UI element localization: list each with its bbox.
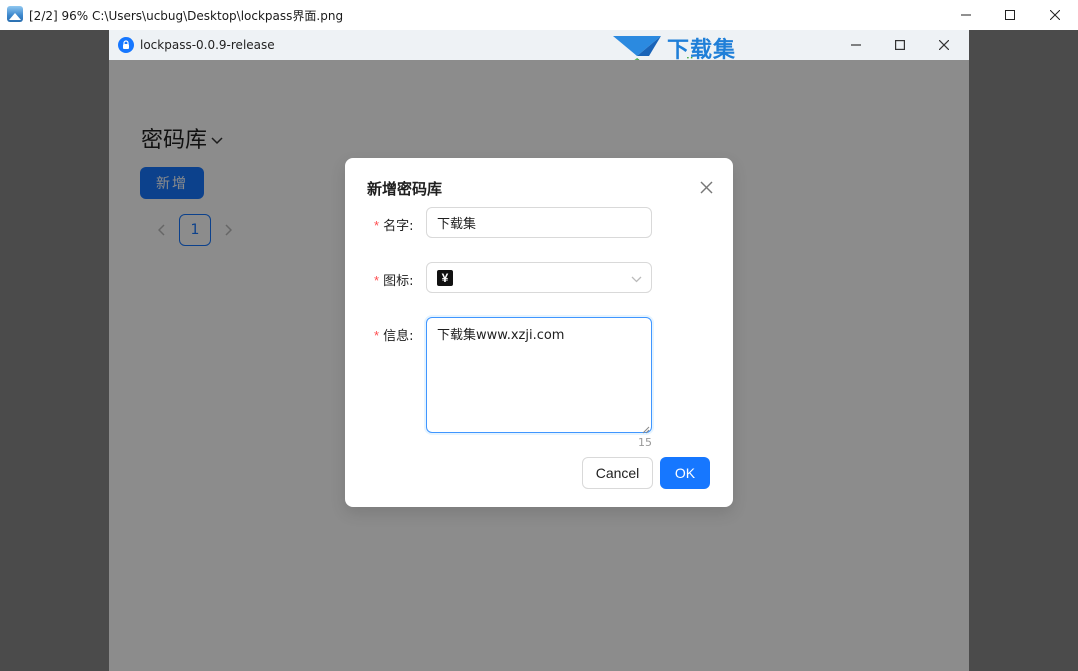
ok-button[interactable]: OK	[660, 457, 710, 489]
required-mark: *	[374, 273, 380, 288]
image-viewer-icon	[7, 6, 23, 22]
cancel-button[interactable]: Cancel	[582, 457, 653, 489]
app-maximize-button[interactable]	[877, 30, 923, 60]
yen-icon: ¥	[437, 269, 453, 286]
maximize-icon	[1005, 10, 1015, 20]
app-titlebar: lockpass-0.0.9-release 下载集 xzji.com	[109, 30, 969, 74]
close-icon	[1050, 10, 1060, 20]
viewer-maximize-button[interactable]	[987, 0, 1033, 30]
minimize-icon	[961, 14, 971, 16]
info-textarea[interactable]: 下载集www.xzji.com	[426, 317, 652, 434]
app-title: lockpass-0.0.9-release	[140, 38, 275, 52]
modal-close-button[interactable]	[695, 176, 717, 198]
minimize-icon	[851, 44, 861, 46]
icon-label: * 图标:	[374, 273, 414, 289]
viewer-titlebar: [2/2] 96% C:\Users\ucbug\Desktop\lockpas…	[0, 0, 1078, 30]
viewer-title: [2/2] 96% C:\Users\ucbug\Desktop\lockpas…	[29, 9, 344, 23]
app-minimize-button[interactable]	[833, 30, 879, 60]
name-input[interactable]: 下载集	[426, 207, 652, 238]
chevron-down-icon	[631, 272, 642, 287]
required-mark: *	[374, 328, 380, 343]
required-mark: *	[374, 218, 380, 233]
app-close-button[interactable]	[921, 30, 967, 60]
info-label: * 信息:	[374, 328, 414, 344]
name-label: * 名字:	[374, 218, 414, 234]
viewer-close-button[interactable]	[1032, 0, 1078, 30]
modal-title: 新增密码库	[367, 180, 443, 198]
char-count: 15	[638, 436, 652, 449]
close-icon	[939, 40, 949, 50]
new-vault-modal: 新增密码库 * 名字: 下载集 * 图标: ¥ * 信息: 下载集www.xzji.c…	[345, 158, 733, 507]
resize-grip-icon[interactable]	[642, 423, 650, 434]
viewer-minimize-button[interactable]	[943, 0, 989, 30]
maximize-icon	[895, 40, 905, 50]
lock-icon	[118, 37, 134, 53]
info-textarea-value: 下载集www.xzji.com	[437, 328, 565, 343]
icon-select[interactable]: ¥	[426, 262, 652, 293]
close-icon	[700, 181, 712, 193]
